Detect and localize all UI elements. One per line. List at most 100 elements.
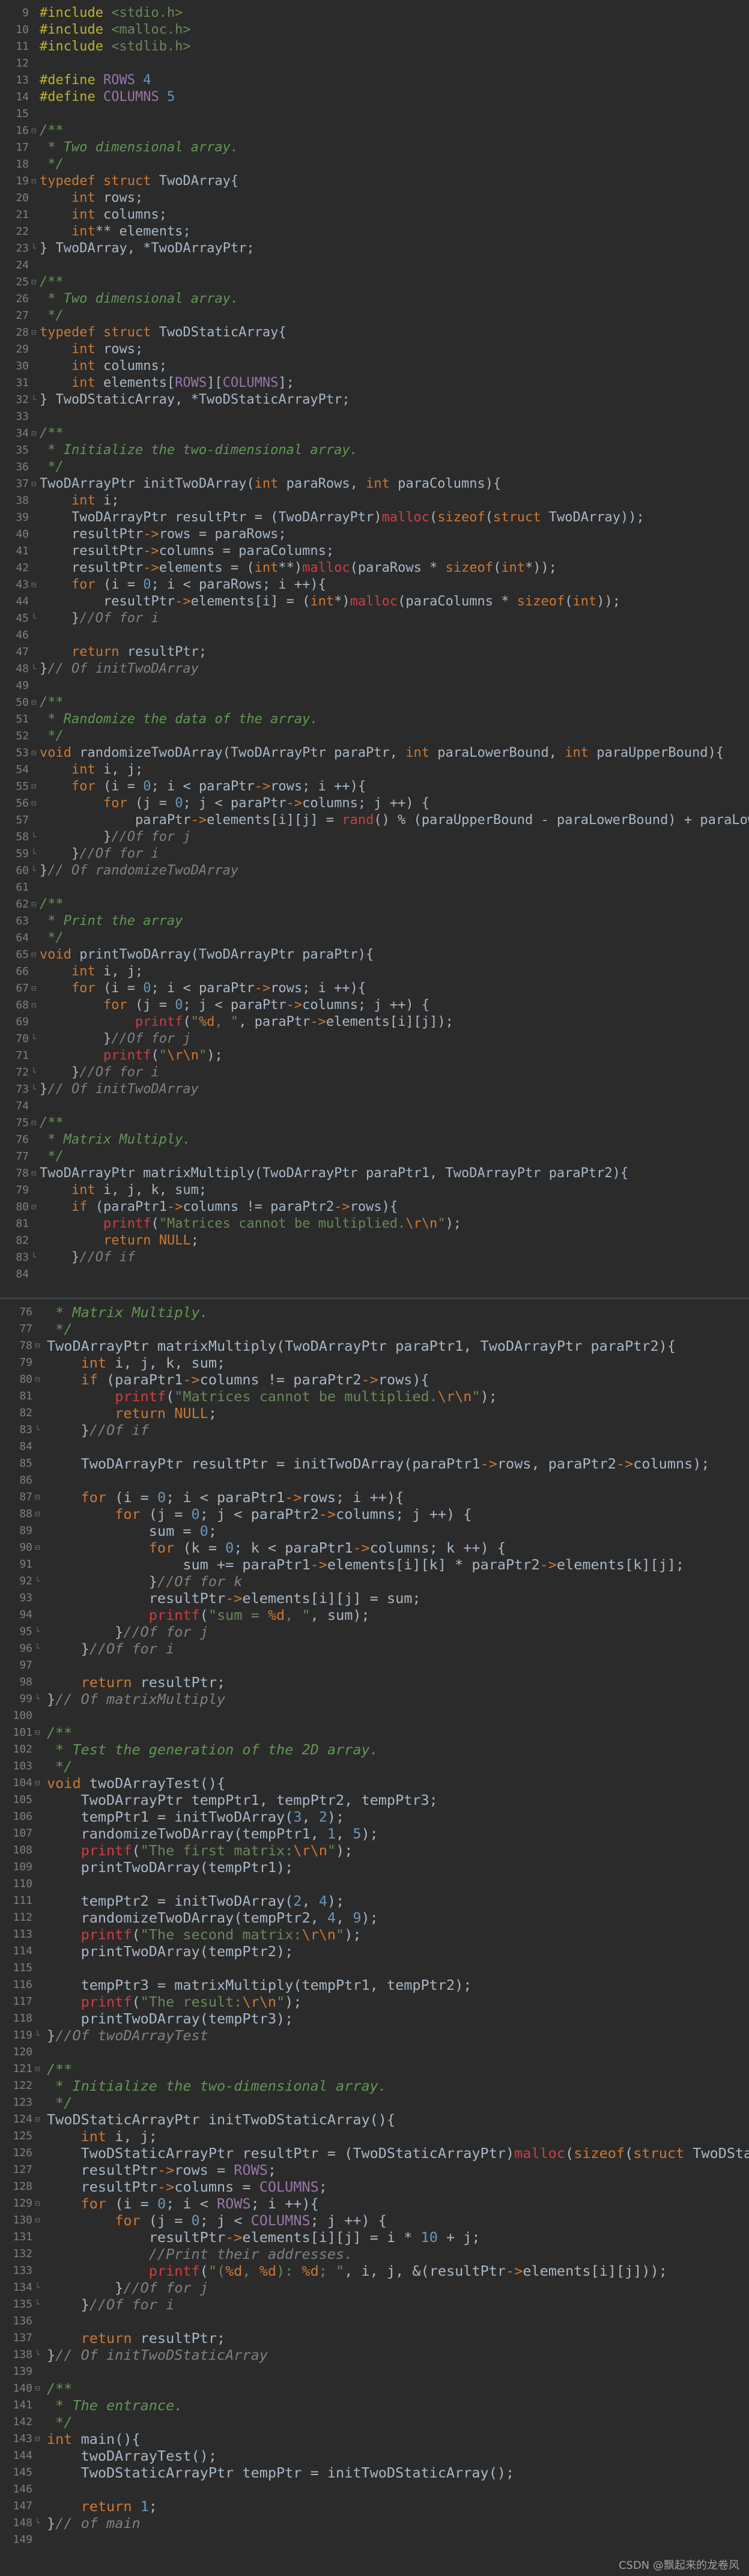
code-text[interactable]: /**	[47, 1724, 72, 1741]
code-text[interactable]: tempPtr1 = initTwoDArray(3, 2);	[47, 1808, 345, 1825]
code-line[interactable]: 39 TwoDArrayPtr resultPtr = (TwoDArrayPt…	[0, 509, 749, 526]
code-line[interactable]: 27 */	[0, 308, 749, 324]
code-text[interactable]: printf("%d, ", paraPtr->elements[i][j]);	[40, 1014, 453, 1031]
code-line[interactable]: 103 */	[0, 1758, 749, 1775]
code-text[interactable]: * Randomize the data of the array.	[40, 711, 318, 728]
code-line[interactable]: 28 ⊟ typedef struct TwoDStaticArray{	[0, 324, 749, 341]
code-line[interactable]: 68 ⊟ for (j = 0; j < paraPtr->columns; j …	[0, 997, 749, 1014]
code-text[interactable]: resultPtr->elements = (int**)malloc(para…	[40, 560, 557, 577]
code-text[interactable]: }//Of for i	[47, 1640, 175, 1657]
code-text[interactable]: resultPtr->rows = ROWS;	[47, 2162, 276, 2178]
code-line[interactable]: 84	[0, 1438, 749, 1455]
code-text[interactable]: int i;	[40, 492, 120, 509]
code-line[interactable]: 99 └}// Of matrixMultiply	[0, 1691, 749, 1708]
code-line[interactable]: 9 #include <stdio.h>	[0, 5, 749, 22]
code-line[interactable]: 63 * Print the array	[0, 913, 749, 930]
code-line[interactable]: 95 └ }//Of for j	[0, 1623, 749, 1640]
code-line[interactable]: 143 ⊟ int main(){	[0, 2431, 749, 2447]
code-text[interactable]: sum = 0;	[47, 1523, 217, 1539]
code-line[interactable]: 125 int i, j;	[0, 2128, 749, 2145]
code-text[interactable]: tempPtr2 = initTwoDArray(2, 4);	[47, 1893, 345, 1909]
code-line[interactable]: 92 └ }//Of for k	[0, 1573, 749, 1590]
fold-marker-icon[interactable]: ⊟	[31, 1199, 37, 1216]
code-text[interactable]: resultPtr->elements[i][j] = i * 10 + j;	[47, 2229, 481, 2246]
code-line[interactable]: 140 ⊟ /**	[0, 2380, 749, 2397]
code-line[interactable]: 50 ⊟/**	[0, 694, 749, 711]
fold-marker-icon[interactable]: └	[35, 1623, 41, 1640]
code-line[interactable]: 90 ⊟ for (k = 0; k < paraPtr1->columns; k…	[0, 1539, 749, 1556]
code-line[interactable]: 126 TwoDStaticArrayPtr resultPtr = (TwoD…	[0, 2145, 749, 2162]
code-line[interactable]: 31 int elements[ROWS][COLUMNS];	[0, 375, 749, 392]
fold-marker-icon[interactable]: └	[35, 2296, 41, 2313]
code-line[interactable]: 65 ⊟ void printTwoDArray(TwoDArrayPtr para…	[0, 947, 749, 963]
code-line[interactable]: 10 #include <malloc.h>	[0, 22, 749, 38]
code-text[interactable]: */	[47, 1321, 72, 1338]
code-text[interactable]: int columns;	[40, 207, 167, 223]
code-text[interactable]: /**	[40, 694, 64, 711]
code-line[interactable]: 47 return resultPtr;	[0, 644, 749, 661]
fold-marker-icon[interactable]: ⊟	[35, 2061, 41, 2077]
code-text[interactable]: int elements[ROWS][COLUMNS];	[40, 375, 294, 392]
code-line[interactable]: 57 paraPtr->elements[i][j] = rand() % (p…	[0, 812, 749, 829]
code-text[interactable]: /**	[47, 2061, 72, 2077]
code-line[interactable]: 52 */	[0, 728, 749, 745]
code-text[interactable]: if (paraPtr1->columns != paraPtr2->rows)…	[47, 1371, 429, 1388]
code-text[interactable]: int main(){	[47, 2431, 141, 2447]
code-line[interactable]: 45 └ }//Of for i	[0, 610, 749, 627]
code-text[interactable]: printf("Matrices cannot be multiplied.\r…	[47, 1388, 497, 1405]
code-line[interactable]: 135 └ }//Of for i	[0, 2296, 749, 2313]
code-line[interactable]: 119 └}//Of twoDArrayTest	[0, 2027, 749, 2044]
code-text[interactable]: */	[40, 930, 64, 947]
code-line[interactable]: 51 * Randomize the data of the array.	[0, 711, 749, 728]
fold-marker-icon[interactable]: ⊟	[35, 1775, 41, 1792]
code-line[interactable]: 56 ⊟ for (j = 0; j < paraPtr->columns; j …	[0, 795, 749, 812]
code-line[interactable]: 73 └}// Of initTwoDArray	[0, 1081, 749, 1098]
code-text[interactable]: * Matrix Multiply.	[40, 1132, 190, 1148]
code-line[interactable]: 74	[0, 1098, 749, 1115]
code-pane-top[interactable]: 9 #include <stdio.h> 10 #include <malloc.h>…	[0, 0, 749, 1299]
code-text[interactable]: resultPtr->elements[i] = (int*)malloc(pa…	[40, 593, 620, 610]
fold-marker-icon[interactable]: ⊟	[35, 2195, 41, 2212]
code-text[interactable]: /**	[40, 425, 64, 442]
code-text[interactable]: for (i = 0; i < paraRows; i ++){	[40, 577, 326, 593]
code-text[interactable]: printTwoDArray(tempPtr3);	[47, 2010, 294, 2027]
code-line[interactable]: 133 printf("(%d, %d): %d; ", i, j, &(res…	[0, 2262, 749, 2279]
code-line[interactable]: 13 #define ROWS 4	[0, 72, 749, 89]
fold-marker-icon[interactable]: └	[31, 1031, 37, 1047]
code-line[interactable]: 94 printf("sum = %d, ", sum);	[0, 1607, 749, 1623]
code-text[interactable]: int rows;	[40, 341, 143, 358]
code-text[interactable]: tempPtr3 = matrixMultiply(tempPtr1, temp…	[47, 1977, 472, 1993]
code-text[interactable]: int i, j, k, sum;	[40, 1182, 207, 1199]
code-line[interactable]: 78 ⊟ TwoDArrayPtr matrixMultiply(TwoDArray…	[0, 1165, 749, 1182]
code-text[interactable]: void printTwoDArray(TwoDArrayPtr paraPtr…	[40, 947, 374, 963]
code-text[interactable]: }// Of initTwoDArray	[40, 661, 199, 677]
code-line[interactable]: 17 * Two dimensional array.	[0, 139, 749, 156]
fold-marker-icon[interactable]: └	[31, 829, 37, 846]
code-line[interactable]: 149	[0, 2532, 749, 2548]
code-line[interactable]: 35 * Initialize the two-dimensional arra…	[0, 442, 749, 459]
fold-marker-icon[interactable]: ⊟	[31, 173, 37, 190]
code-line[interactable]: 48 └}// Of initTwoDArray	[0, 661, 749, 677]
code-text[interactable]: randomizeTwoDArray(tempPtr2, 4, 9);	[47, 1909, 378, 1926]
code-line[interactable]: 76 * Matrix Multiply.	[0, 1132, 749, 1148]
code-line[interactable]: 59 └ }//Of for i	[0, 846, 749, 862]
code-line[interactable]: 104 ⊟ void twoDArrayTest(){	[0, 1775, 749, 1792]
code-line[interactable]: 46	[0, 627, 749, 644]
code-text[interactable]: for (k = 0; k < paraPtr1->columns; k ++)…	[47, 1539, 506, 1556]
fold-marker-icon[interactable]: ⊟	[35, 1506, 41, 1523]
code-line[interactable]: 62 ⊟/**	[0, 896, 749, 913]
code-text[interactable]: printf("The first matrix:\r\n");	[47, 1842, 353, 1859]
code-text[interactable]: if (paraPtr1->columns != paraPtr2->rows)…	[40, 1199, 398, 1216]
code-text[interactable]: }//Of for k	[47, 1573, 243, 1590]
code-text[interactable]: }//Of for j	[40, 829, 191, 846]
fold-marker-icon[interactable]: └	[31, 610, 37, 627]
fold-marker-icon[interactable]: └	[35, 1422, 41, 1438]
code-line[interactable]: 14 #define COLUMNS 5	[0, 89, 749, 106]
code-text[interactable]: /**	[47, 2380, 72, 2397]
code-text[interactable]: resultPtr->elements[i][j] = sum;	[47, 1590, 421, 1607]
code-line[interactable]: 66 int i, j;	[0, 963, 749, 980]
code-text[interactable]: * Initialize the two-dimensional array.	[47, 2077, 387, 2094]
code-text[interactable]: return NULL;	[47, 1405, 217, 1422]
code-line[interactable]: 24	[0, 257, 749, 274]
code-text[interactable]: TwoDStaticArrayPtr tempPtr = initTwoDSta…	[47, 2464, 515, 2481]
